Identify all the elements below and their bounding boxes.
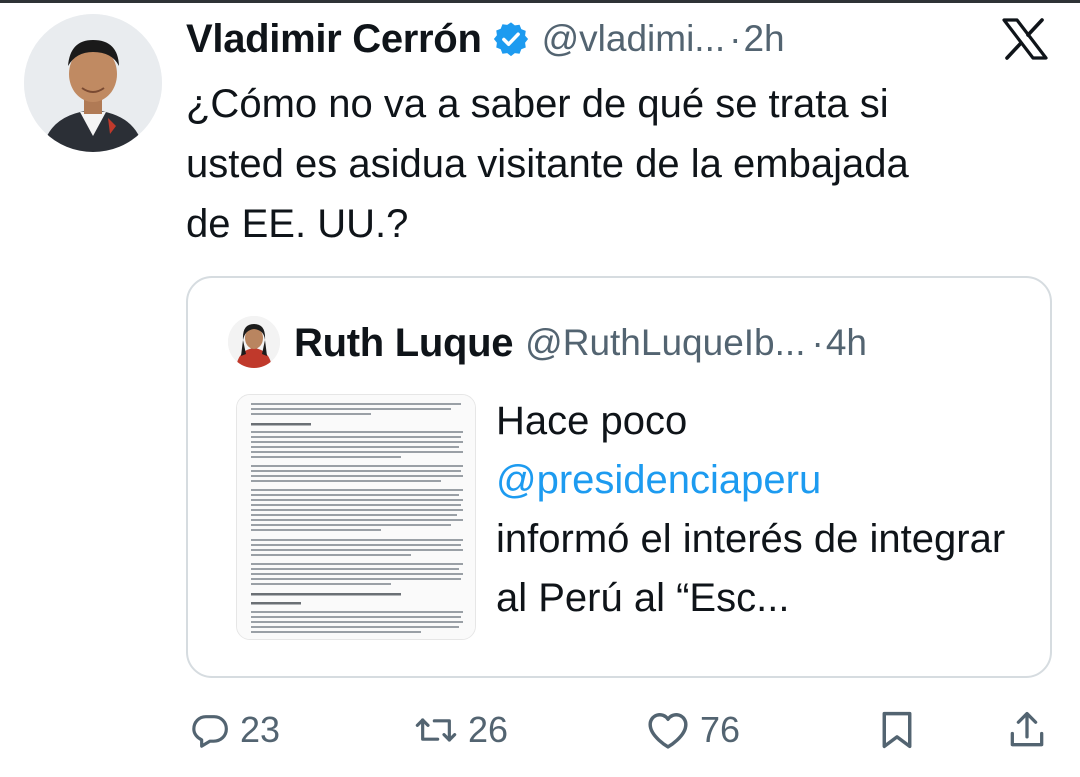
- quoted-text-intro: Hace poco: [496, 399, 688, 443]
- share-icon: [1008, 709, 1046, 751]
- reply-icon: [190, 710, 230, 750]
- quoted-text-body: informó el interés de integrar al Perú a…: [496, 517, 1006, 620]
- author-avatar[interactable]: [24, 14, 162, 152]
- tweet-header: Vladimir Cerrón @vladimi... · 2h: [186, 14, 785, 64]
- separator-dot: ·: [729, 18, 742, 59]
- tweet-text: ¿Cómo no va a saber de qué se trata si u…: [186, 82, 909, 246]
- repost-icon: [414, 710, 458, 750]
- like-count: 76: [700, 709, 741, 750]
- repost-count: 26: [468, 709, 509, 750]
- document-image-thumbnail[interactable]: [236, 394, 476, 640]
- verified-badge-icon: [492, 20, 530, 58]
- top-divider: [0, 0, 1080, 3]
- quoted-tweet-timestamp[interactable]: 4h: [826, 322, 867, 364]
- repost-button[interactable]: 26: [414, 700, 508, 760]
- reply-button[interactable]: 23: [190, 700, 280, 760]
- x-logo-icon[interactable]: [1002, 18, 1048, 60]
- author-handle[interactable]: @vladimi...: [542, 18, 726, 60]
- separator-dot: ·: [811, 322, 824, 363]
- heart-icon: [646, 710, 690, 750]
- like-button[interactable]: 76: [646, 700, 740, 760]
- author-name[interactable]: Vladimir Cerrón: [186, 17, 482, 62]
- tweet-timestamp[interactable]: 2h: [743, 18, 784, 60]
- reply-count: 23: [240, 709, 281, 750]
- quoted-author-avatar[interactable]: [228, 316, 280, 368]
- quoted-tweet-text: Hace poco @presidenciaperu informó el in…: [496, 392, 1036, 628]
- quoted-tweet-header: Ruth Luque @RuthLuqueIb... · 4h: [294, 318, 867, 368]
- quoted-author-handle[interactable]: @RuthLuqueIb...: [525, 322, 805, 364]
- mention-link[interactable]: @presidenciaperu: [496, 451, 1036, 510]
- quoted-tweet-card[interactable]: Ruth Luque @RuthLuqueIb... · 4h Hace poc…: [186, 276, 1052, 678]
- bookmark-button[interactable]: [880, 700, 914, 760]
- bookmark-icon: [880, 710, 914, 750]
- quoted-author-name[interactable]: Ruth Luque: [294, 321, 513, 366]
- tweet-actions-bar: 23 26 76: [186, 700, 1052, 760]
- share-button[interactable]: [1008, 700, 1046, 760]
